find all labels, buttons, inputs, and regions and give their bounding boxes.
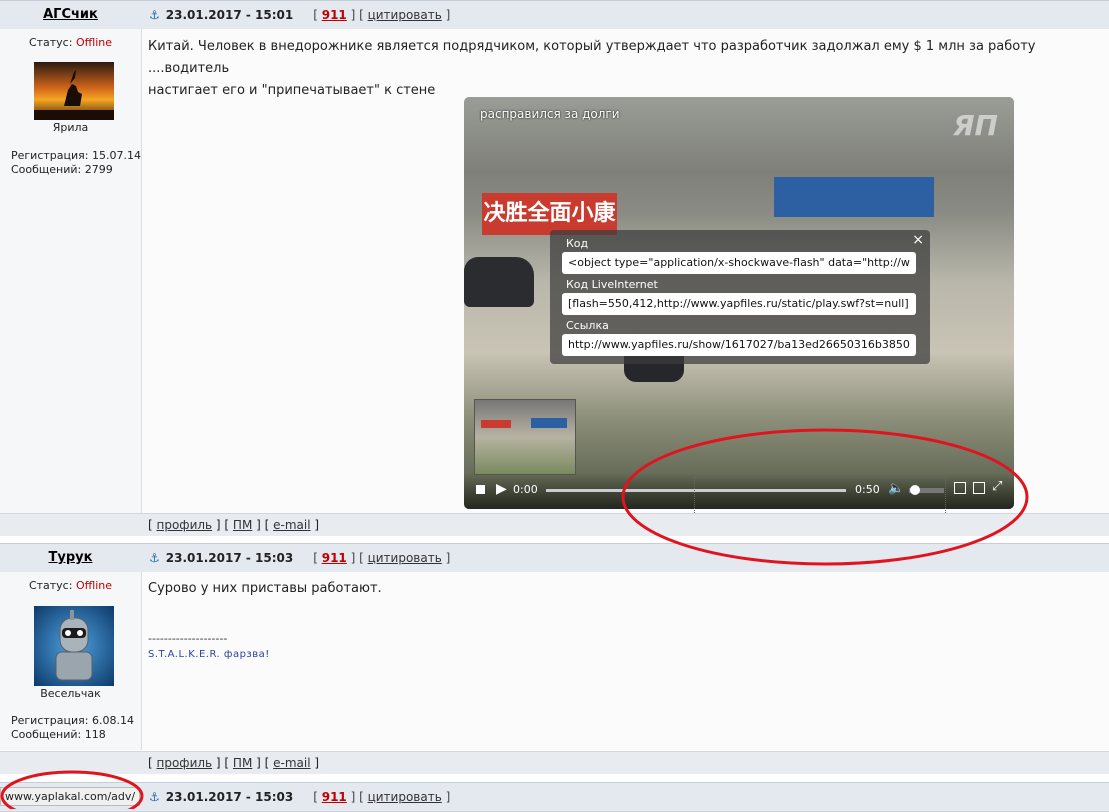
- post-meta: ⚓ 23.01.2017 - 15:03[ 911 ] [ цитировать …: [149, 790, 451, 804]
- video-player[interactable]: 决胜全面小康 расправился за долги ЯП × Код <ob…: [464, 97, 1014, 509]
- user-stats: Регистрация: 6.08.14 Сообщений: 118: [11, 714, 134, 741]
- fullscreen-icon[interactable]: ⤢: [992, 479, 1002, 494]
- post-header: ⚓ 23.01.2017 - 15:03[ 911 ] [ цитировать …: [0, 782, 1109, 812]
- anchor-icon[interactable]: ⚓: [149, 8, 160, 22]
- signature: S.T.A.L.K.E.R. фарзва!: [148, 649, 270, 660]
- post-meta: ⚓ 23.01.2017 - 15:01[ 911 ] [ цитировать …: [149, 8, 451, 22]
- pm-link[interactable]: ПМ: [233, 518, 252, 532]
- post-header: АГСчик ⚓ 23.01.2017 - 15:01[ 911 ] [ цити…: [0, 0, 1109, 30]
- post-text: Сурово у них приставы работают.: [148, 581, 382, 596]
- cite-link[interactable]: цитировать: [368, 551, 442, 565]
- pm-link[interactable]: ПМ: [233, 756, 252, 770]
- signature-separator: --------------------: [148, 632, 228, 645]
- embed-icon[interactable]: [973, 482, 985, 494]
- yap-logo-icon: ЯП: [953, 109, 998, 142]
- liveinternet-code-label: Код LiveInternet: [566, 278, 658, 291]
- post-number-link[interactable]: 911: [322, 551, 347, 565]
- avatar[interactable]: [34, 62, 114, 120]
- cite-link[interactable]: цитировать: [368, 790, 442, 804]
- video-title: расправился за долги: [480, 107, 620, 121]
- embed-code-label: Код: [566, 237, 589, 250]
- user-status: Статус: Offline: [28, 36, 113, 49]
- embed-code-popup: × Код <object type="application/x-shockw…: [550, 230, 930, 364]
- time-current: 0:00: [513, 483, 538, 496]
- video-preview-thumbnail[interactable]: [474, 399, 576, 475]
- video-scene-sign: [774, 177, 934, 217]
- email-link[interactable]: e-mail: [273, 756, 310, 770]
- avatar[interactable]: [34, 606, 114, 686]
- user-rank: Весельчак: [40, 687, 101, 700]
- embed-code-field[interactable]: <object type="application/x-shockwave-fl…: [562, 252, 916, 274]
- post-meta: ⚓ 23.01.2017 - 15:03[ 911 ] [ цитировать …: [149, 551, 451, 565]
- post-footer: [ профиль ] [ ПМ ] [ e-mail ]: [0, 751, 1109, 774]
- status-bar-url: www.yaplakal.com/adv/: [0, 787, 141, 806]
- playlist-icon[interactable]: [954, 482, 966, 494]
- post-author[interactable]: АГСчик: [0, 1, 141, 29]
- cite-link[interactable]: цитировать: [368, 8, 442, 22]
- profile-link[interactable]: профиль: [157, 756, 213, 770]
- link-field[interactable]: http://www.yapfiles.ru/show/1617027/ba13…: [562, 334, 916, 356]
- profile-link[interactable]: профиль: [157, 518, 213, 532]
- post-header: Турук ⚓ 23.01.2017 - 15:03[ 911 ] [ цитир…: [0, 543, 1109, 573]
- post-date: 23.01.2017 - 15:03: [165, 551, 294, 565]
- user-status: Статус: Offline: [28, 579, 113, 592]
- post-footer: [ профиль ] [ ПМ ] [ e-mail ]: [0, 513, 1109, 536]
- post-author[interactable]: Турук: [0, 544, 141, 572]
- post-date: 23.01.2017 - 15:01: [165, 8, 294, 22]
- stop-icon[interactable]: [476, 485, 485, 494]
- post-text: Китай. Человек в внедорожнике является п…: [148, 39, 1036, 98]
- anchor-icon[interactable]: ⚓: [149, 551, 160, 565]
- user-rank: Ярила: [52, 121, 89, 134]
- post-number-link[interactable]: 911: [322, 8, 347, 22]
- post-number-link[interactable]: 911: [322, 790, 347, 804]
- video-scene-car: [464, 257, 534, 307]
- anchor-icon[interactable]: ⚓: [149, 790, 160, 804]
- liveinternet-code-field[interactable]: [flash=550,412,http://www.yapfiles.ru/st…: [562, 293, 916, 315]
- user-stats: Регистрация: 15.07.14 Сообщений: 2799: [11, 149, 141, 176]
- post-date: 23.01.2017 - 15:03: [165, 790, 294, 804]
- close-icon[interactable]: ×: [912, 232, 924, 248]
- video-scene-banner: 决胜全面小康: [482, 193, 617, 235]
- play-icon[interactable]: ▶: [496, 481, 507, 497]
- email-link[interactable]: e-mail: [273, 518, 310, 532]
- link-label: Ссылка: [566, 319, 609, 332]
